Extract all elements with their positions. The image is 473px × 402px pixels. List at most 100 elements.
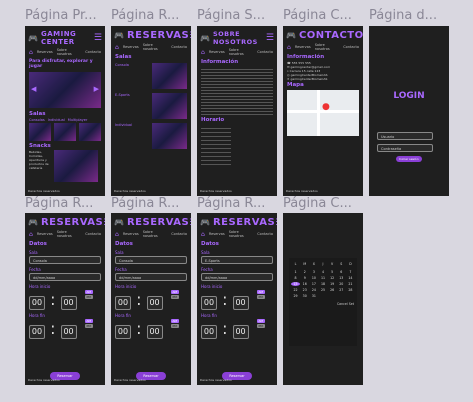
ampm-toggle[interactable]: AM PM [84,290,93,300]
nav-reservas[interactable]: Reservas [123,45,139,49]
ampm-toggle[interactable]: AM PM [170,319,179,329]
pm-option[interactable]: PM [256,324,265,328]
calendar-day[interactable]: 29 [291,294,300,298]
hour-box[interactable]: 00 [201,296,217,310]
calendar-day[interactable]: 7 [346,270,355,274]
menu-icon[interactable]: ☰ [189,218,191,228]
am-option[interactable]: AM [170,290,179,294]
hora-fin-picker[interactable]: 00 : 00 AM PM [111,318,191,340]
home-icon[interactable]: ⌂ [29,49,33,56]
pm-option[interactable]: PM [256,295,265,299]
reserva-item[interactable]: Individual [111,121,191,151]
nav-sobre[interactable]: Sobre nosotros [229,48,254,56]
calendar-day[interactable]: 5 [328,270,337,274]
nav-sobre[interactable]: Sobre nosotros [143,230,168,238]
pm-option[interactable]: PM [170,324,179,328]
calendar-day[interactable]: 28 [346,288,355,292]
calendar-popup[interactable]: L M X J V S D 1 2 3 4 5 6 7 8 9 10 11 12… [289,258,357,346]
calendar-day[interactable]: 23 [300,288,309,292]
calendar-day[interactable]: 17 [309,282,318,286]
calendar-day[interactable]: 2 [300,270,309,274]
menu-icon[interactable]: ☰ [94,33,102,43]
ampm-toggle[interactable]: AM PM [256,290,265,300]
carousel-prev-icon[interactable]: ◀ [31,85,36,93]
pm-option[interactable]: PM [84,295,93,299]
calendar-day[interactable]: 24 [309,288,318,292]
ampm-toggle[interactable]: AM PM [170,290,179,300]
calendar-day[interactable]: 21 [346,282,355,286]
am-option[interactable]: AM [84,319,93,323]
home-icon[interactable]: ⌂ [115,231,119,238]
ampm-toggle[interactable]: AM PM [84,319,93,329]
am-option[interactable]: AM [84,290,93,294]
hora-fin-picker[interactable]: 00 : 00 AM PM [25,318,105,340]
calendar-day[interactable]: 22 [291,288,300,292]
nav-contacto[interactable]: Contacto [257,232,273,236]
am-option[interactable]: AM [256,290,265,294]
username-field[interactable]: Usuario [377,132,433,140]
nav-contacto[interactable]: Contacto [343,45,359,49]
nav-contacto[interactable]: Contacto [85,50,101,54]
nav-contacto[interactable]: Contacto [171,232,187,236]
nav-sobre[interactable]: Sobre nosotros [229,230,254,238]
hour-box[interactable]: 00 [29,325,45,339]
am-option[interactable]: AM [256,319,265,323]
password-field[interactable]: Contraseña [377,144,433,152]
minute-box[interactable]: 00 [232,296,249,310]
calendar-days[interactable]: 1 2 3 4 5 6 7 8 9 10 11 12 13 14 15 16 1… [289,266,357,298]
sala-label[interactable]: Individual [48,118,65,122]
menu-icon[interactable]: ☰ [103,218,105,228]
calendar-day[interactable]: 12 [328,276,337,280]
login-button[interactable]: Iniciar sesión [396,156,422,162]
nav-contacto[interactable]: Contacto [171,45,187,49]
nav-reservas[interactable]: Reservas [37,50,53,54]
ampm-toggle[interactable]: AM PM [256,319,265,329]
calendar-day-selected[interactable]: 15 [291,282,301,286]
sala-field[interactable]: Consola [29,256,101,264]
calendar-day[interactable]: 26 [328,288,337,292]
home-icon[interactable]: ⌂ [201,231,205,238]
hora-inicio-picker[interactable]: 00 : 00 AM PM [197,289,277,311]
sala-image[interactable] [79,123,101,141]
calendar-day[interactable]: 8 [291,276,300,280]
sala-image[interactable] [54,123,76,141]
home-icon[interactable]: ⌂ [287,44,291,51]
calendar-day[interactable]: 19 [328,282,337,286]
calendar-day[interactable]: 4 [318,270,327,274]
home-icon[interactable]: ⌂ [115,44,119,51]
calendar-day[interactable]: 30 [300,294,309,298]
hour-box[interactable]: 00 [29,296,45,310]
home-icon[interactable]: ⌂ [201,49,205,56]
nav-reservas[interactable]: Reservas [209,50,225,54]
hora-inicio-picker[interactable]: 00 : 00 AM PM [25,289,105,311]
sala-label[interactable]: Consolas [29,118,45,122]
hour-box[interactable]: 00 [201,325,217,339]
nav-sobre[interactable]: Sobre nosotros [57,230,82,238]
map[interactable]: ● [287,90,359,136]
calendar-day[interactable]: 10 [309,276,318,280]
calendar-day[interactable]: 16 [300,282,309,286]
hour-box[interactable]: 00 [115,296,131,310]
menu-icon[interactable]: ☰ [189,31,191,41]
fecha-field[interactable]: dd/mm/aaaa [29,273,101,281]
pm-option[interactable]: PM [84,324,93,328]
menu-icon[interactable]: ☰ [266,33,274,43]
reserva-item[interactable]: Consola [111,61,191,91]
calendar-actions[interactable]: Cancel Set [289,298,357,306]
nav-reservas[interactable]: Reservas [37,232,53,236]
sala-label[interactable]: Multiplayer [68,118,88,122]
minute-box[interactable]: 00 [60,296,77,310]
calendar-day[interactable]: 25 [318,288,327,292]
nav-sobre[interactable]: Sobre nosotros [57,48,82,56]
calendar-day[interactable]: 14 [346,276,355,280]
hora-fin-picker[interactable]: 00 : 00 AM PM [197,318,277,340]
minute-box[interactable]: 00 [232,325,249,339]
am-option[interactable]: AM [170,319,179,323]
calendar-day[interactable]: 3 [309,270,318,274]
carousel-next-icon[interactable]: ▶ [94,85,99,93]
menu-icon[interactable]: ☰ [275,218,277,228]
nav-contacto[interactable]: Contacto [257,50,273,54]
home-icon[interactable]: ⌂ [29,231,33,238]
calendar-day[interactable]: 27 [337,288,346,292]
nav-contacto[interactable]: Contacto [85,232,101,236]
